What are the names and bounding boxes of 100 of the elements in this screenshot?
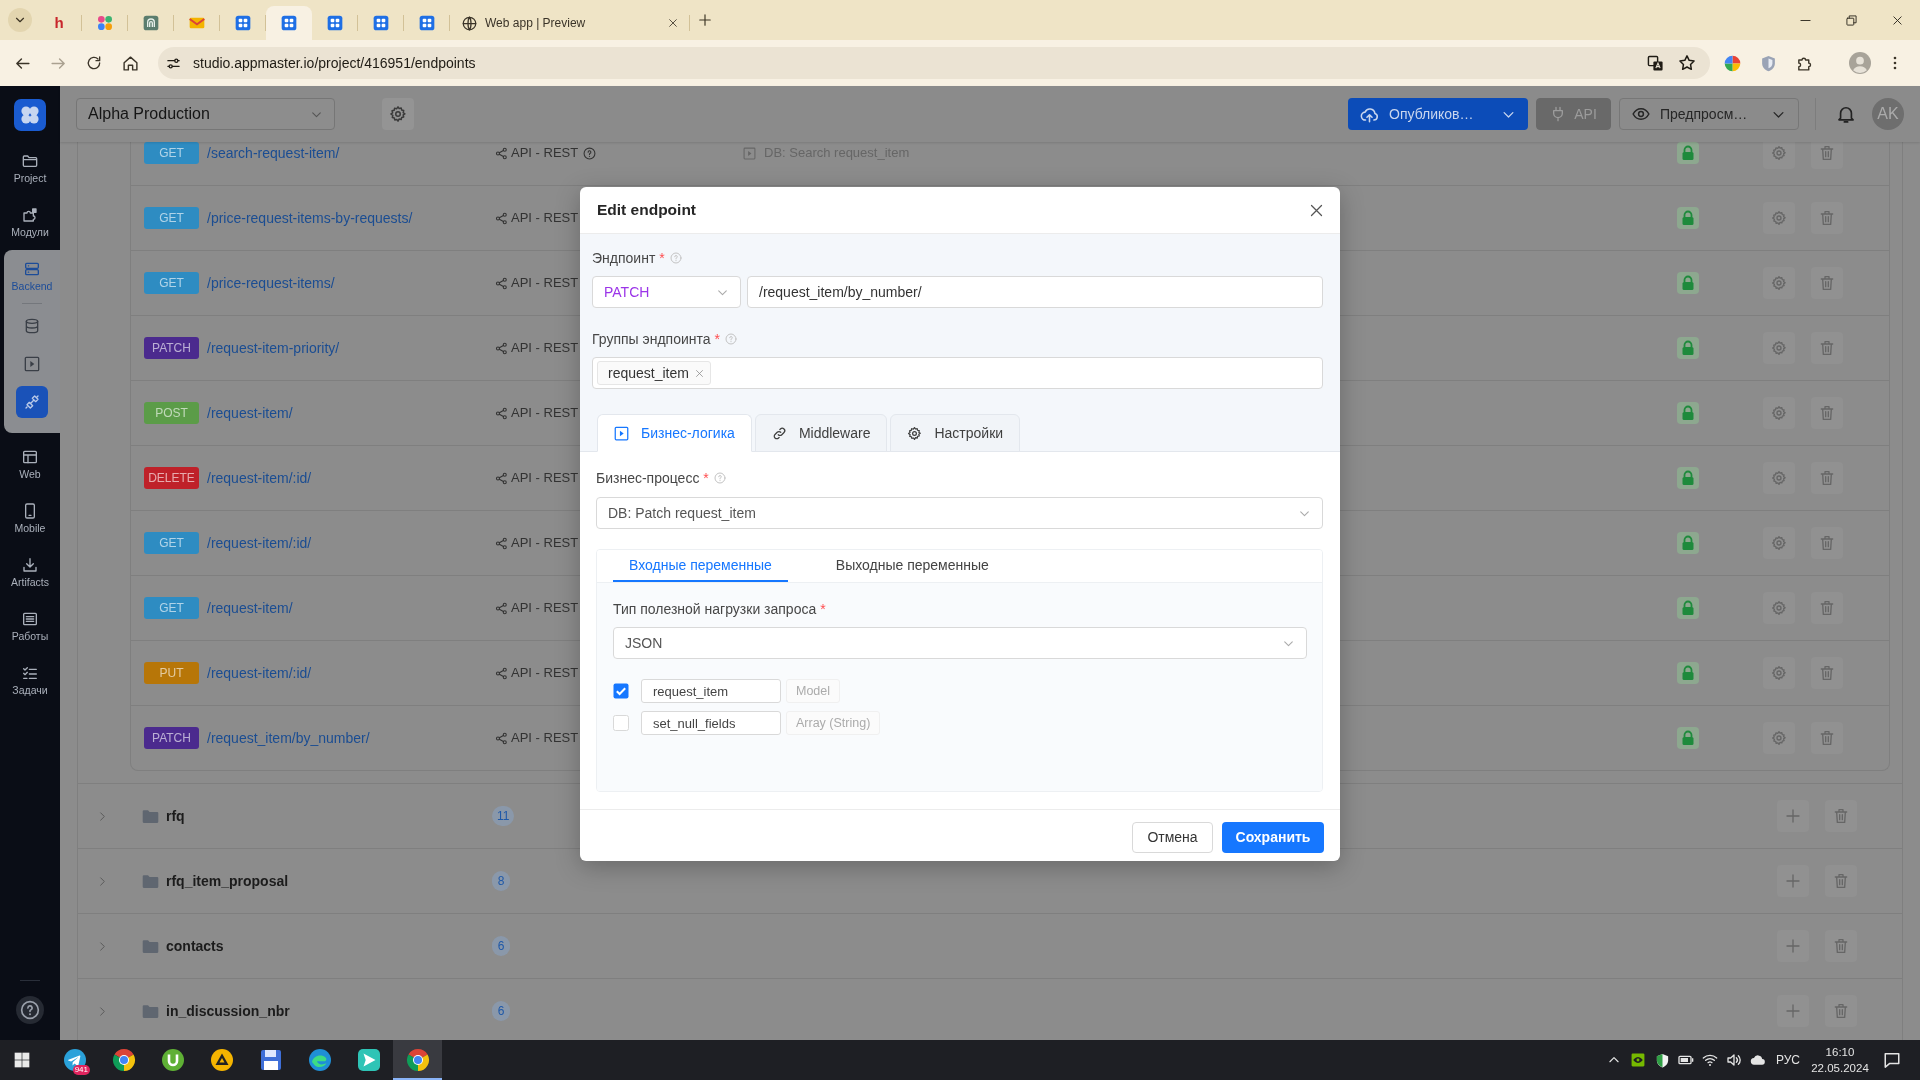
sidebar-item[interactable]: Artifacts xyxy=(4,546,56,600)
trash-icon xyxy=(1819,665,1835,681)
process-select[interactable]: DB: Patch request_item xyxy=(596,497,1323,529)
address-bar[interactable]: studio.appmaster.io/project/416951/endpoints xyxy=(158,47,1710,79)
settings-button[interactable] xyxy=(1763,657,1795,689)
logo-icon[interactable] xyxy=(14,99,46,131)
sidebar-item[interactable]: Модули xyxy=(4,196,56,250)
delete-button[interactable] xyxy=(1811,527,1843,559)
settings-button[interactable] xyxy=(1763,332,1795,364)
close-icon[interactable] xyxy=(668,18,678,28)
api-type-text: API - REST xyxy=(511,534,579,553)
sidebar-item[interactable]: Web xyxy=(4,438,56,492)
shield-icon xyxy=(1760,54,1777,72)
tab[interactable]: Настройки xyxy=(890,414,1021,452)
group-name: in_discussion_nbr xyxy=(166,1002,290,1019)
settings-button[interactable] xyxy=(1763,267,1795,299)
cloud-icon[interactable] xyxy=(1750,1052,1766,1068)
checkbox[interactable] xyxy=(613,715,629,731)
delete-button[interactable] xyxy=(1811,332,1843,364)
language-indicator[interactable]: РУС xyxy=(1776,1051,1802,1069)
chevron-right-icon[interactable] xyxy=(97,875,108,887)
sidebar-subitem[interactable] xyxy=(16,386,48,418)
delete-button[interactable] xyxy=(1811,397,1843,429)
tab[interactable]: Выходные переменные xyxy=(819,550,1005,582)
method-select[interactable]: PATCH xyxy=(592,276,741,308)
delete-button[interactable] xyxy=(1825,865,1857,897)
sidebar-item[interactable]: Mobile xyxy=(4,492,56,546)
trash-icon xyxy=(1819,145,1835,161)
api-type-text: API - REST xyxy=(511,209,579,228)
wifi-icon[interactable] xyxy=(1702,1052,1718,1068)
payload-type-select[interactable]: JSON xyxy=(613,627,1307,659)
field-label: Эндпоинт * xyxy=(592,248,665,268)
settings-button[interactable] xyxy=(382,98,414,130)
count-badge: 8 xyxy=(492,871,510,891)
dialog-title: Edit endpoint xyxy=(597,200,697,221)
project-select[interactable]: Alpha Production xyxy=(76,98,335,130)
sidebar-item[interactable]: Работы xyxy=(4,600,56,654)
save-button[interactable]: Сохранить xyxy=(1222,822,1324,853)
settings-button[interactable] xyxy=(1763,397,1795,429)
chevron-right-icon[interactable] xyxy=(97,810,108,822)
star-icon[interactable] xyxy=(1678,54,1696,72)
checkbox[interactable] xyxy=(613,683,629,699)
tab-search-button[interactable] xyxy=(8,8,32,32)
settings-button[interactable] xyxy=(1763,592,1795,624)
settings-button[interactable] xyxy=(1763,722,1795,754)
plus-icon xyxy=(1785,1003,1801,1019)
share-icon xyxy=(495,666,508,680)
delete-button[interactable] xyxy=(1825,930,1857,962)
delete-button[interactable] xyxy=(1811,267,1843,299)
paper-plane-icon xyxy=(62,1048,87,1072)
preview-button[interactable]: Предпросм… xyxy=(1619,98,1799,130)
favicon-letter: h xyxy=(54,15,64,31)
taskbar-app[interactable]: 941 xyxy=(50,1040,99,1080)
delete-button[interactable] xyxy=(1811,202,1843,234)
settings-button[interactable] xyxy=(1763,462,1795,494)
browser-tab[interactable]: Web app | Preview xyxy=(450,6,690,40)
remove-icon[interactable] xyxy=(694,368,704,378)
sidebar-item[interactable]: Project xyxy=(4,142,56,196)
browser-tab[interactable] xyxy=(266,6,312,40)
api-type-text: API - REST xyxy=(511,339,579,358)
chevron-right-icon[interactable] xyxy=(97,1005,108,1017)
connector-icon xyxy=(24,394,40,410)
settings-button[interactable] xyxy=(1763,142,1795,169)
chevron-right-icon[interactable] xyxy=(97,940,108,952)
delete-button[interactable] xyxy=(1825,800,1857,832)
tab[interactable]: Middleware xyxy=(754,414,888,452)
tab[interactable]: Бизнес-логика xyxy=(597,414,752,452)
method-badge: PATCH xyxy=(144,727,199,749)
settings-icon xyxy=(1771,535,1787,551)
sidebar-item[interactable]: Задачи xyxy=(4,654,56,708)
send-icon xyxy=(356,1048,381,1072)
path-input[interactable]: /request_item/by_number/ xyxy=(747,276,1323,308)
help-button[interactable] xyxy=(16,996,44,1024)
delete-button[interactable] xyxy=(1811,592,1843,624)
taskbar-app[interactable] xyxy=(393,1040,442,1080)
groups-field[interactable]: request_item xyxy=(592,357,1323,389)
notification-icon[interactable] xyxy=(1883,1051,1901,1069)
delete-button[interactable] xyxy=(1811,657,1843,689)
delete-button[interactable] xyxy=(1825,995,1857,1027)
home-icon xyxy=(121,54,139,72)
variable-name-input[interactable]: request_item xyxy=(641,679,781,703)
horseshoe-icon xyxy=(160,1048,185,1072)
delete-button[interactable] xyxy=(1811,142,1843,169)
publish-button[interactable]: Опубликов… xyxy=(1348,98,1528,130)
close-button[interactable] xyxy=(1309,202,1324,218)
bell-icon[interactable] xyxy=(1836,104,1856,124)
delete-button[interactable] xyxy=(1811,462,1843,494)
envelope-icon xyxy=(189,15,205,31)
translate-icon[interactable] xyxy=(1647,54,1664,72)
method-badge: GET xyxy=(144,142,199,164)
group-tag[interactable]: request_item xyxy=(597,361,711,385)
browser-tab[interactable]: h xyxy=(36,6,82,40)
trash-icon xyxy=(1819,730,1835,746)
settings-button[interactable] xyxy=(1763,202,1795,234)
share-icon xyxy=(495,211,508,225)
settings-button[interactable] xyxy=(1763,527,1795,559)
speaker-icon[interactable] xyxy=(1726,1052,1742,1068)
variable-name-input[interactable]: set_null_fields xyxy=(641,711,781,735)
cancel-button[interactable]: Отмена xyxy=(1132,822,1213,853)
delete-button[interactable] xyxy=(1811,722,1843,754)
